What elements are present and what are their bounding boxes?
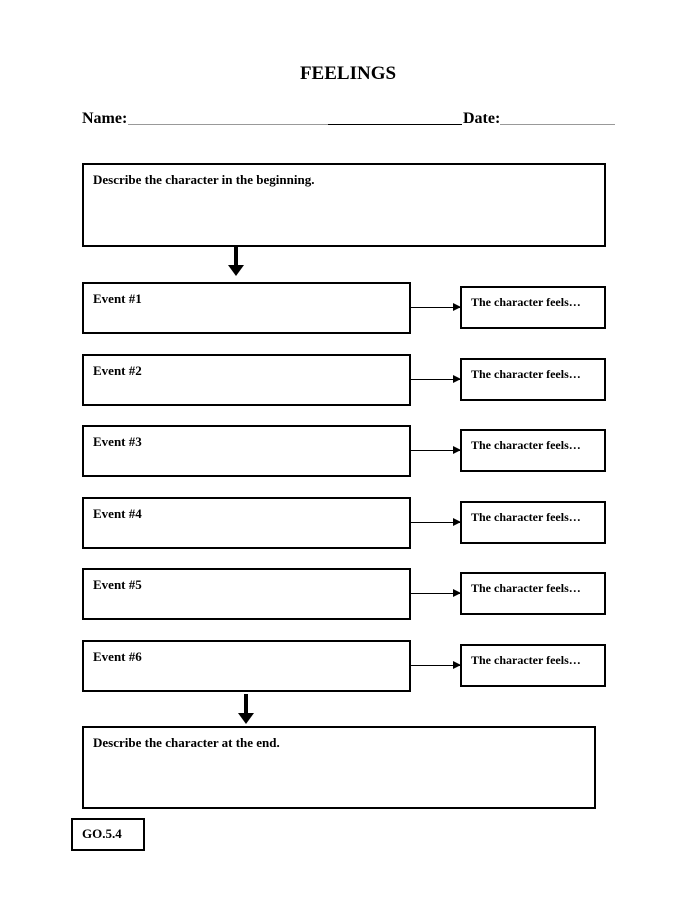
right-arrow-icon: [411, 303, 461, 311]
feels-label: The character feels…: [471, 510, 581, 524]
end-box[interactable]: Describe the character at the end.: [82, 726, 596, 809]
page-title: FEELINGS: [299, 63, 397, 84]
event-label: Event #4: [93, 506, 142, 521]
footer-code-box: GO.5.4: [71, 818, 145, 851]
feels-box[interactable]: The character feels…: [460, 644, 606, 687]
event-box[interactable]: Event #6: [82, 640, 411, 692]
feels-label: The character feels…: [471, 367, 581, 381]
date-label: Date:: [463, 110, 501, 127]
right-arrow-icon: [411, 518, 461, 526]
beginning-box-label: Describe the character in the beginning.: [93, 172, 315, 187]
feels-box[interactable]: The character feels…: [460, 572, 606, 615]
down-arrow-icon: [228, 247, 244, 276]
feels-box[interactable]: The character feels…: [460, 429, 606, 472]
feels-box[interactable]: The character feels…: [460, 286, 606, 329]
right-arrow-icon: [411, 661, 461, 669]
event-label: Event #3: [93, 434, 142, 449]
name-field-extension[interactable]: [328, 124, 462, 125]
event-box[interactable]: Event #1: [82, 282, 411, 334]
name-label: Name:: [82, 110, 128, 127]
right-arrow-icon: [411, 375, 461, 383]
beginning-box[interactable]: Describe the character in the beginning.: [82, 163, 606, 247]
feels-box[interactable]: The character feels…: [460, 501, 606, 544]
event-box[interactable]: Event #4: [82, 497, 411, 549]
date-field[interactable]: [500, 124, 615, 125]
footer-code: GO.5.4: [82, 826, 122, 841]
event-label: Event #1: [93, 291, 142, 306]
event-label: Event #6: [93, 649, 142, 664]
event-box[interactable]: Event #5: [82, 568, 411, 620]
right-arrow-icon: [411, 446, 461, 454]
feels-label: The character feels…: [471, 581, 581, 595]
feels-label: The character feels…: [471, 653, 581, 667]
event-box[interactable]: Event #2: [82, 354, 411, 406]
feels-box[interactable]: The character feels…: [460, 358, 606, 401]
right-arrow-icon: [411, 589, 461, 597]
name-field[interactable]: [128, 124, 328, 125]
event-box[interactable]: Event #3: [82, 425, 411, 477]
end-box-label: Describe the character at the end.: [93, 735, 280, 750]
event-label: Event #5: [93, 577, 142, 592]
feels-label: The character feels…: [471, 438, 581, 452]
event-label: Event #2: [93, 363, 142, 378]
feels-label: The character feels…: [471, 295, 581, 309]
down-arrow-icon: [238, 694, 254, 724]
